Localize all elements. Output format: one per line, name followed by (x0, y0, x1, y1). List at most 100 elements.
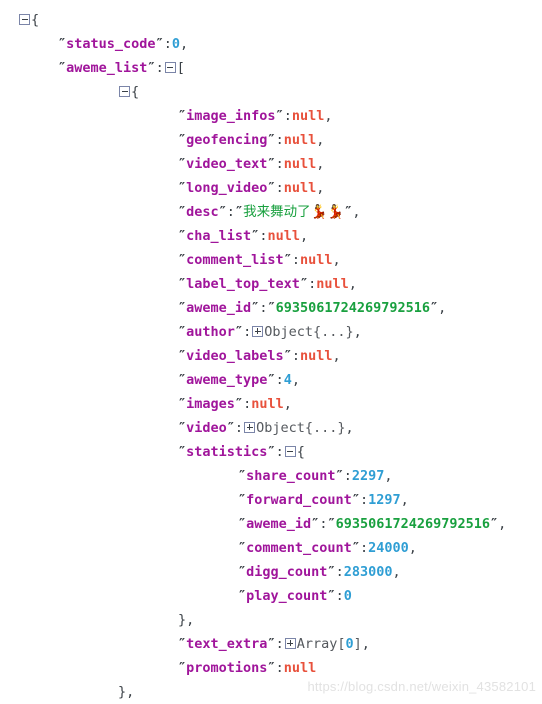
json-line: ″aweme_id″:″6935061724269792516″, (0, 296, 542, 320)
json-key: video_text (186, 156, 268, 172)
json-number-value: 24000 (368, 540, 409, 556)
json-line: ″images″:null, (0, 392, 542, 416)
opening-brace: { (31, 12, 40, 28)
json-key: image_infos (186, 108, 276, 124)
key-quote-close: ″ (155, 36, 164, 52)
key-quote-open: ″ (238, 468, 247, 484)
json-key: digg_count (246, 564, 328, 580)
colon: : (275, 660, 284, 676)
key-quote-close: ″ (267, 660, 276, 676)
key-quote-close: ″ (327, 564, 336, 580)
json-key: aweme_type (186, 372, 268, 388)
key-quote-close: ″ (267, 444, 276, 460)
key-quote-close: ″ (226, 420, 235, 436)
key-quote-close: ″ (299, 276, 309, 292)
collapse-icon[interactable] (19, 13, 30, 25)
comma: , (392, 564, 401, 580)
key-quote-close: ″ (218, 204, 227, 220)
json-key: play_count (246, 588, 328, 604)
json-key: aweme_list (66, 60, 148, 76)
expand-icon[interactable] (284, 637, 296, 649)
comma: , (400, 492, 409, 508)
json-line: ″image_infos″:null, (0, 104, 542, 128)
key-quote-close: ″ (267, 636, 276, 652)
json-key: images (186, 396, 235, 412)
json-line: ″text_extra″: Array[0], (0, 632, 542, 656)
json-number-value: 0 (171, 36, 180, 52)
comma: , (438, 300, 447, 316)
value-quote-open: ″ (234, 204, 244, 220)
key-quote-open: ″ (178, 108, 187, 124)
expand-icon[interactable] (244, 421, 256, 433)
comma: , (361, 636, 370, 652)
json-line: ″label_top_text″:null, (0, 272, 542, 296)
colon: : (275, 636, 284, 652)
comma: , (299, 228, 309, 244)
json-key: forward_count (246, 492, 352, 508)
json-null-value: null (283, 132, 317, 148)
key-quote-close: ″ (283, 348, 292, 364)
key-quote-open: ″ (178, 156, 187, 172)
comma: , (179, 36, 189, 52)
collapse-icon[interactable] (119, 85, 130, 97)
colon: : (291, 252, 300, 268)
object-placeholder: Object{...} (256, 420, 346, 436)
json-line: ″share_count″:2297, (0, 464, 542, 488)
colon: : (226, 204, 235, 220)
json-null-value: null (283, 660, 317, 676)
key-quote-open: ″ (178, 204, 187, 220)
key-quote-open: ″ (178, 324, 187, 340)
colon: : (335, 564, 344, 580)
key-quote-close: ″ (351, 492, 360, 508)
closing-brace: }, (118, 684, 135, 700)
key-quote-open: ″ (178, 372, 187, 388)
key-quote-close: ″ (283, 252, 292, 268)
colon: : (359, 540, 369, 556)
comma: , (384, 468, 393, 484)
json-key: label_top_text (186, 276, 300, 292)
colon: : (275, 372, 284, 388)
key-quote-open: ″ (238, 588, 247, 604)
array-placeholder: Array[ (296, 636, 346, 652)
comma: , (408, 540, 417, 556)
comma: , (348, 276, 357, 292)
comma: , (324, 108, 333, 124)
json-null-value: null (267, 228, 300, 244)
json-key: long_video (186, 180, 268, 196)
key-quote-open: ″ (178, 180, 187, 196)
collapse-icon[interactable] (164, 61, 176, 73)
collapse-icon[interactable] (284, 445, 296, 457)
colon: : (275, 180, 284, 196)
json-line: { (0, 8, 542, 32)
expand-icon[interactable] (252, 325, 264, 337)
comma: , (332, 252, 341, 268)
json-key: statistics (186, 444, 268, 460)
comma: , (353, 324, 362, 340)
key-quote-open: ″ (238, 492, 247, 508)
value-quote-close: ″ (430, 300, 439, 316)
comma: , (345, 420, 354, 436)
json-number-value: 4 (283, 372, 292, 388)
key-quote-open: ″ (178, 396, 187, 412)
json-line: ″digg_count″:283000, (0, 560, 542, 584)
json-number-value: 283000 (343, 564, 393, 580)
json-line: ″comment_list″:null, (0, 248, 542, 272)
key-quote-open: ″ (58, 36, 67, 52)
key-quote-close: ″ (267, 156, 276, 172)
key-quote-close: ″ (335, 468, 344, 484)
json-line: ″aweme_type″:4, (0, 368, 542, 392)
key-quote-open: ″ (178, 348, 187, 364)
key-quote-open: ″ (178, 252, 187, 268)
csdn-watermark: https://blog.csdn.net/weixin_43582101 (307, 679, 536, 694)
json-number-value: 1297 (368, 492, 401, 508)
json-string-value: 6935061724269792516 (335, 516, 491, 532)
json-line: ″author″: Object{...}, (0, 320, 542, 344)
comma: , (498, 516, 507, 532)
key-quote-open: ″ (178, 228, 187, 244)
colon: : (275, 444, 284, 460)
json-key: video (186, 420, 227, 436)
json-line: ″aweme_id″:″6935061724269792516″, (0, 512, 542, 536)
colon: : (275, 132, 284, 148)
key-quote-open: ″ (238, 540, 247, 556)
json-line: ″play_count″:0 (0, 584, 542, 608)
